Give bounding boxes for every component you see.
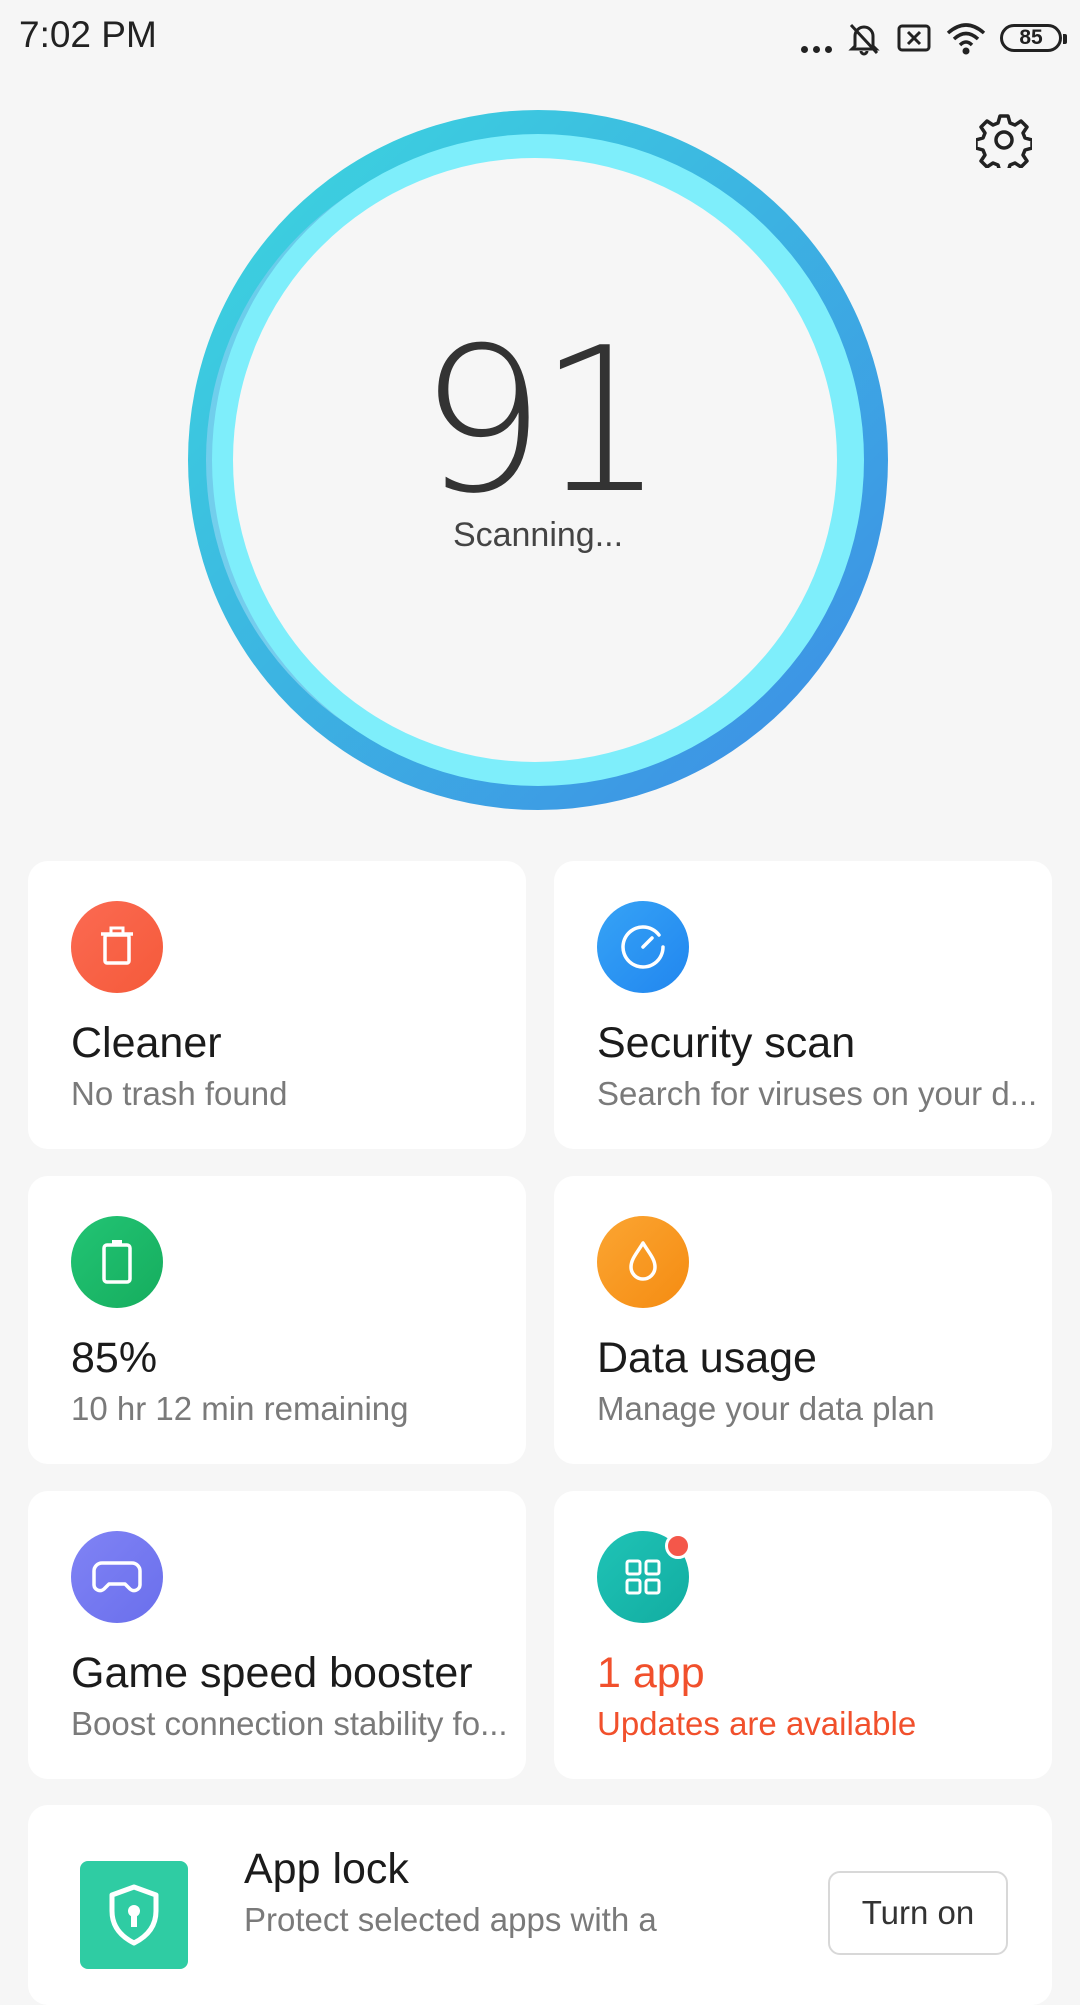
- card-title: 1 app: [597, 1649, 705, 1697]
- turn-on-button[interactable]: Turn on: [828, 1871, 1008, 1955]
- app-lock-card[interactable]: App lock Protect selected apps with a Tu…: [28, 1805, 1052, 2005]
- card-subtitle: No trash found: [71, 1075, 288, 1112]
- trash-icon: [71, 901, 163, 993]
- app-lock-subtitle: Protect selected apps with a: [244, 1901, 657, 1938]
- card-title: Game speed booster: [71, 1649, 473, 1697]
- speedometer-icon: [597, 901, 689, 993]
- card-title: 85%: [71, 1334, 158, 1382]
- gamepad-icon: [71, 1531, 163, 1623]
- bell-muted-icon: [848, 23, 880, 56]
- data-usage-card[interactable]: Data usage Manage your data plan: [554, 1176, 1052, 1464]
- notification-dot: [665, 1533, 691, 1559]
- security-scan-card[interactable]: Security scan Search for viruses on your…: [554, 861, 1052, 1149]
- status-bar: 7:02 PM 85: [0, 0, 1080, 76]
- card-subtitle: Boost connection stability fo...: [71, 1705, 508, 1742]
- gear-icon: [974, 114, 1034, 174]
- security-score: 91: [418, 305, 666, 538]
- app-updates-card[interactable]: 1 app Updates are available: [554, 1491, 1052, 1779]
- shield-lock-icon: [80, 1861, 188, 1969]
- settings-button[interactable]: [974, 112, 1034, 174]
- cleaner-card[interactable]: Cleaner No trash found: [28, 861, 526, 1149]
- no-sim-icon: [897, 24, 931, 52]
- battery-card[interactable]: 85% 10 hr 12 min remaining: [28, 1176, 526, 1464]
- game-booster-card[interactable]: Game speed booster Boost connection stab…: [28, 1491, 526, 1779]
- card-subtitle: Updates are available: [597, 1705, 917, 1742]
- battery-icon: 85: [1000, 24, 1067, 52]
- card-title: Data usage: [597, 1334, 817, 1382]
- battery-icon: [71, 1216, 163, 1308]
- droplet-icon: [597, 1216, 689, 1308]
- card-subtitle: 10 hr 12 min remaining: [71, 1390, 409, 1427]
- more-dots-icon: [801, 23, 832, 53]
- card-subtitle: Manage your data plan: [597, 1390, 935, 1427]
- card-title: Security scan: [597, 1019, 856, 1067]
- status-icons: 85: [801, 18, 1067, 58]
- card-subtitle: Search for viruses on your d...: [597, 1075, 1038, 1112]
- app-lock-title: App lock: [244, 1845, 409, 1893]
- card-title: Cleaner: [71, 1019, 222, 1067]
- status-time: 7:02 PM: [19, 14, 157, 55]
- wifi-icon: [946, 23, 986, 55]
- scan-status: Scanning...: [452, 516, 624, 554]
